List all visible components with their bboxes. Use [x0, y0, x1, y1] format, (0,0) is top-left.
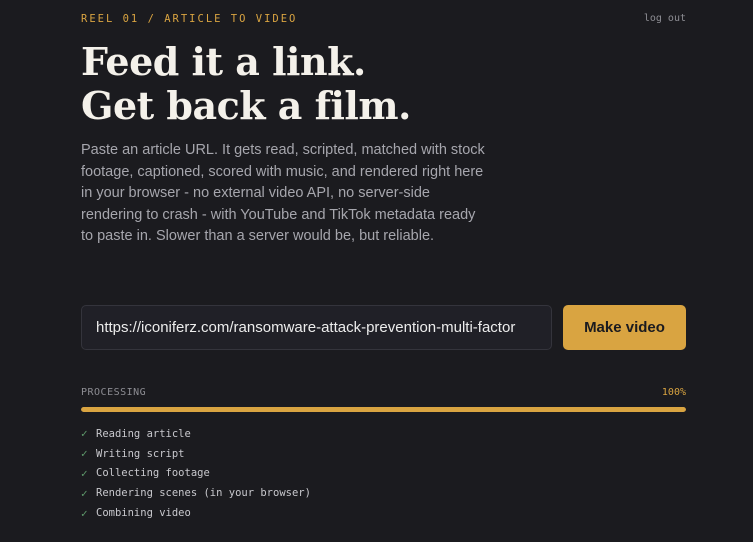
page-title: Feed it a link. Get back a film. [81, 40, 411, 128]
check-icon: ✓ [81, 427, 88, 441]
check-icon: ✓ [81, 447, 88, 461]
progress-percent: 100% [661, 387, 686, 398]
step-list: ✓ Reading article ✓ Writing script ✓ Col… [81, 424, 311, 523]
step-item: ✓ Rendering scenes (in your browser) [81, 483, 311, 503]
step-item: ✓ Writing script [81, 444, 311, 464]
check-icon: ✓ [81, 506, 88, 520]
step-label: Rendering scenes (in your browser) [96, 487, 311, 500]
step-label: Collecting footage [96, 467, 210, 480]
progress-header: PROCESSING 100% [81, 387, 686, 401]
progress-bar-fill [81, 407, 686, 412]
check-icon: ✓ [81, 466, 88, 480]
step-label: Writing script [96, 447, 185, 460]
step-label: Combining video [96, 507, 191, 520]
step-item: ✓ Combining video [81, 503, 311, 523]
step-item: ✓ Reading article [81, 424, 311, 444]
progress-label: PROCESSING [81, 387, 147, 398]
check-icon: ✓ [81, 486, 88, 500]
title-line-2: Get back a film. [81, 83, 411, 128]
top-bar: REEL 01 / ARTICLE TO VIDEO log out [81, 13, 686, 29]
section-eyebrow: REEL 01 / ARTICLE TO VIDEO [81, 13, 298, 25]
progress-bar [81, 407, 686, 412]
logout-link[interactable]: log out [644, 13, 686, 24]
url-input[interactable] [81, 305, 552, 350]
step-item: ✓ Collecting footage [81, 464, 311, 484]
make-video-button[interactable]: Make video [563, 305, 686, 350]
step-label: Reading article [96, 427, 191, 440]
page: REEL 01 / ARTICLE TO VIDEO log out Feed … [81, 0, 686, 542]
title-line-1: Feed it a link. [81, 39, 366, 84]
description: Paste an article URL. It gets read, scri… [81, 142, 485, 244]
